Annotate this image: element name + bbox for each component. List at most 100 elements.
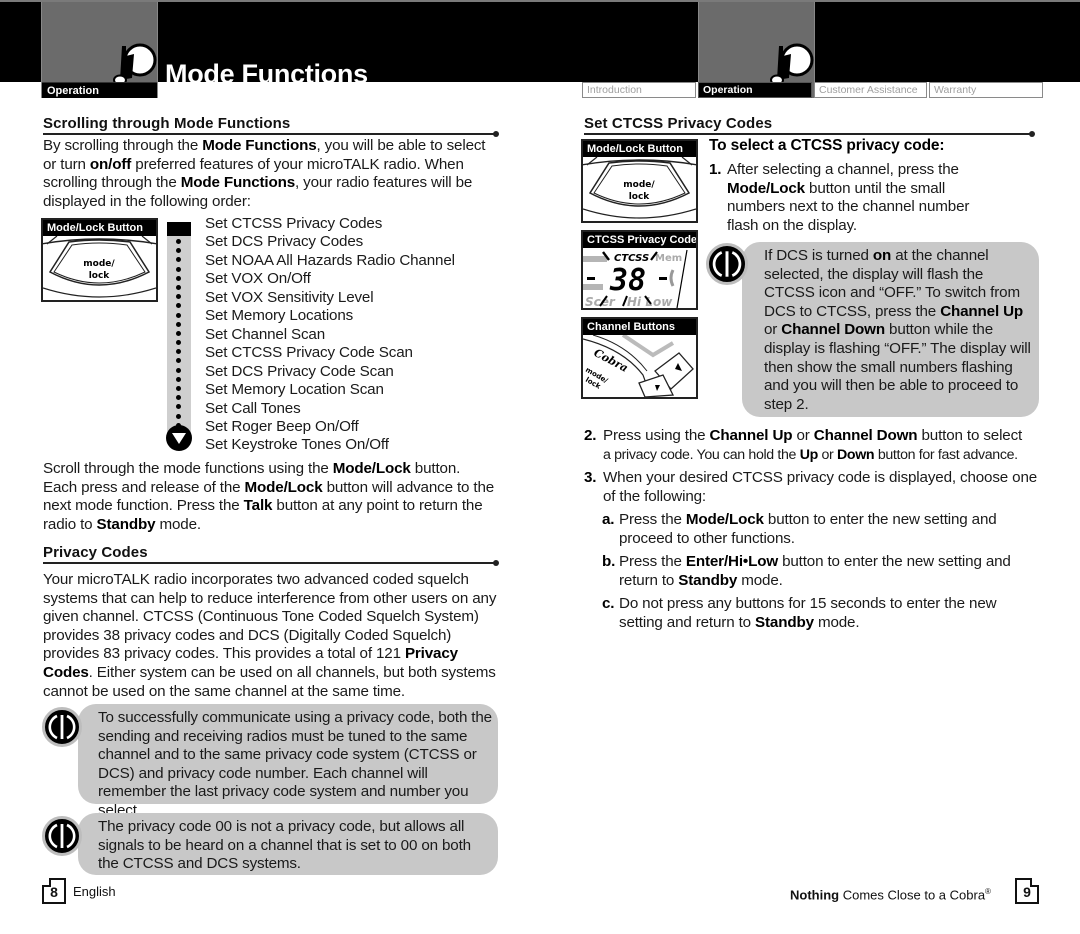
substep-text: Press the Mode/Lock button to enter the …	[619, 511, 997, 547]
mode-function-item: Set Call Tones	[205, 399, 301, 417]
scrollbar-dot	[176, 294, 181, 300]
scrollbar-dot	[176, 367, 181, 373]
scrollbar-dot	[176, 404, 181, 410]
emphasis-text: Mode/Lock	[332, 460, 411, 477]
scrollbar-dots	[176, 239, 182, 434]
scrollbar-dot	[176, 239, 181, 244]
svg-text:lock: lock	[89, 271, 111, 281]
step-3: 3. When your desired CTCSS privacy code …	[584, 469, 1044, 506]
heading-rule-dot	[1029, 131, 1035, 137]
caution-icon	[42, 816, 82, 856]
emphasis-text: Mode/Lock	[244, 478, 323, 496]
note-text: To successfully communicate using a priv…	[98, 709, 492, 819]
page-number-right: 9	[1015, 878, 1039, 904]
mode-function-item: Set NOAA All Hazards Radio Channel	[205, 251, 455, 269]
mode-function-item: Set CTCSS Privacy Code Scan	[205, 344, 413, 362]
scrollbar-dot	[176, 330, 181, 336]
page-number-left: 8	[42, 878, 66, 904]
tab-introduction[interactable]: Introduction	[582, 82, 696, 98]
mode-function-item: Set VOX On/Off	[205, 270, 311, 288]
section-heading-scrolling: Scrolling through Mode Functions	[43, 115, 499, 137]
substep-text: Press the Enter/Hi•Low button to enter t…	[619, 553, 1011, 589]
mode-lock-button-icon: mode/ lock	[583, 157, 696, 219]
illustration-caption: CTCSS Privacy Code	[583, 232, 696, 248]
emphasis-text: on	[872, 247, 892, 264]
emphasis-text: Channel Up	[709, 427, 793, 444]
tab-warranty[interactable]: Warranty	[929, 82, 1043, 98]
scrollbar-dot	[176, 321, 181, 327]
emphasis-text: Privacy Codes	[43, 645, 458, 681]
illustration-caption: Mode/Lock Button	[43, 220, 156, 236]
page-title: Mode Functions	[165, 59, 368, 89]
emphasis-text: Mode Functions	[180, 174, 296, 192]
scrollbar-dot	[176, 395, 181, 401]
mode-function-item: Set Roger Beep On/Off	[205, 417, 359, 435]
section-label: Operation	[42, 82, 157, 98]
svg-text:38: 38	[609, 263, 646, 298]
emphasis-text: Mode/Lock	[685, 511, 764, 528]
emphasis-text: Mode Functions	[202, 137, 317, 154]
emphasis-text: Enter/Hi•Low	[685, 553, 778, 570]
heading-rule-dot	[493, 560, 499, 566]
privacy-note-1: To successfully communicate using a priv…	[78, 704, 498, 819]
substep-c: c. Do not press any buttons for 15 secon…	[602, 595, 1032, 632]
emphasis-text: Mode/Lock	[727, 179, 805, 197]
mode-lock-button-illustration: Mode/Lock Button mode/ lock	[581, 139, 698, 223]
step-1: 1. After selecting a channel, press the …	[709, 161, 984, 235]
section-nav-tabs: Introduction Operation Customer Assistan…	[582, 82, 1045, 98]
scrollbar-dot	[176, 340, 181, 346]
scrollbar-dot	[176, 248, 181, 254]
tagline-text: Comes Close to a Cobra	[839, 887, 986, 903]
scrollbar-dot	[176, 303, 181, 309]
emphasis-text: Channel Down	[813, 427, 918, 444]
substep-a: a. Press the Mode/Lock button to enter t…	[602, 511, 1032, 548]
step-text: After selecting a channel, press the Mod…	[727, 161, 970, 234]
heading-rule-dot	[493, 131, 499, 137]
mode-function-item: Set Memory Location Scan	[205, 381, 384, 399]
walkie-talkie-icon	[770, 43, 814, 86]
mode-function-item: Set Channel Scan	[205, 325, 326, 343]
tagline-bold: Nothing	[790, 887, 840, 903]
illustration-caption: Mode/Lock Button	[583, 141, 696, 157]
emphasis-text: Up	[799, 446, 819, 463]
step-number: 1.	[709, 161, 722, 178]
svg-text:mode/: mode/	[623, 180, 655, 190]
svg-text:lock: lock	[629, 192, 651, 202]
mode-lock-button-icon: mode/ lock	[43, 236, 156, 298]
mode-lock-button-illustration: Mode/Lock Button mode/ lock	[41, 218, 158, 302]
caution-icon	[42, 707, 82, 747]
emphasis-text: on/off	[89, 155, 132, 173]
mode-function-item: Set Keystroke Tones On/Off	[205, 436, 389, 454]
scrollbar-start-marker	[167, 222, 191, 236]
scrollbar-dot	[176, 386, 181, 391]
scrollbar-dot	[176, 312, 181, 318]
channel-buttons-illustration: Channel Buttons Cobra mode/ lock	[581, 317, 698, 399]
caution-icon	[706, 243, 748, 285]
substep-label: b.	[602, 553, 616, 570]
scrollbar-dot	[176, 349, 181, 355]
emphasis-text: Channel Up	[940, 302, 1024, 320]
substep-label: a.	[602, 511, 615, 528]
mode-function-item: Set DCS Privacy Codes	[205, 233, 364, 251]
privacy-note-2: The privacy code 00 is not a privacy cod…	[78, 813, 498, 875]
step-2: 2. Press using the Channel Up or Channel…	[584, 427, 1044, 464]
scrollbar-dot	[176, 275, 181, 281]
footer-tagline: Nothing Comes Close to a Cobra®	[790, 884, 991, 903]
privacy-body: Your microTALK radio incorporates two ad…	[43, 571, 497, 700]
mode-function-item: Set DCS Privacy Code Scan	[205, 362, 394, 380]
heading-text: Privacy Codes	[43, 544, 148, 561]
step-number: 2.	[584, 427, 597, 444]
scrollbar-dot	[176, 257, 181, 263]
step-number: 3.	[584, 469, 597, 486]
tab-operation[interactable]: Operation	[698, 82, 812, 98]
step-text: Press using the Channel Up or Channel Do…	[603, 427, 1023, 444]
dcs-note: If DCS is turned on at the channel selec…	[742, 242, 1039, 417]
emphasis-text: Standby	[755, 613, 814, 631]
heading-text: Scrolling through Mode Functions	[43, 115, 291, 132]
substep-b: b. Press the Enter/Hi•Low button to ente…	[602, 553, 1032, 590]
scrolling-outro: Scroll through the mode functions using …	[43, 460, 495, 533]
section-heading-privacy: Privacy Codes	[43, 544, 499, 566]
scrollbar-dot	[176, 266, 181, 272]
illustration-caption: Channel Buttons	[583, 319, 696, 335]
tab-customer-assistance[interactable]: Customer Assistance	[814, 82, 927, 98]
